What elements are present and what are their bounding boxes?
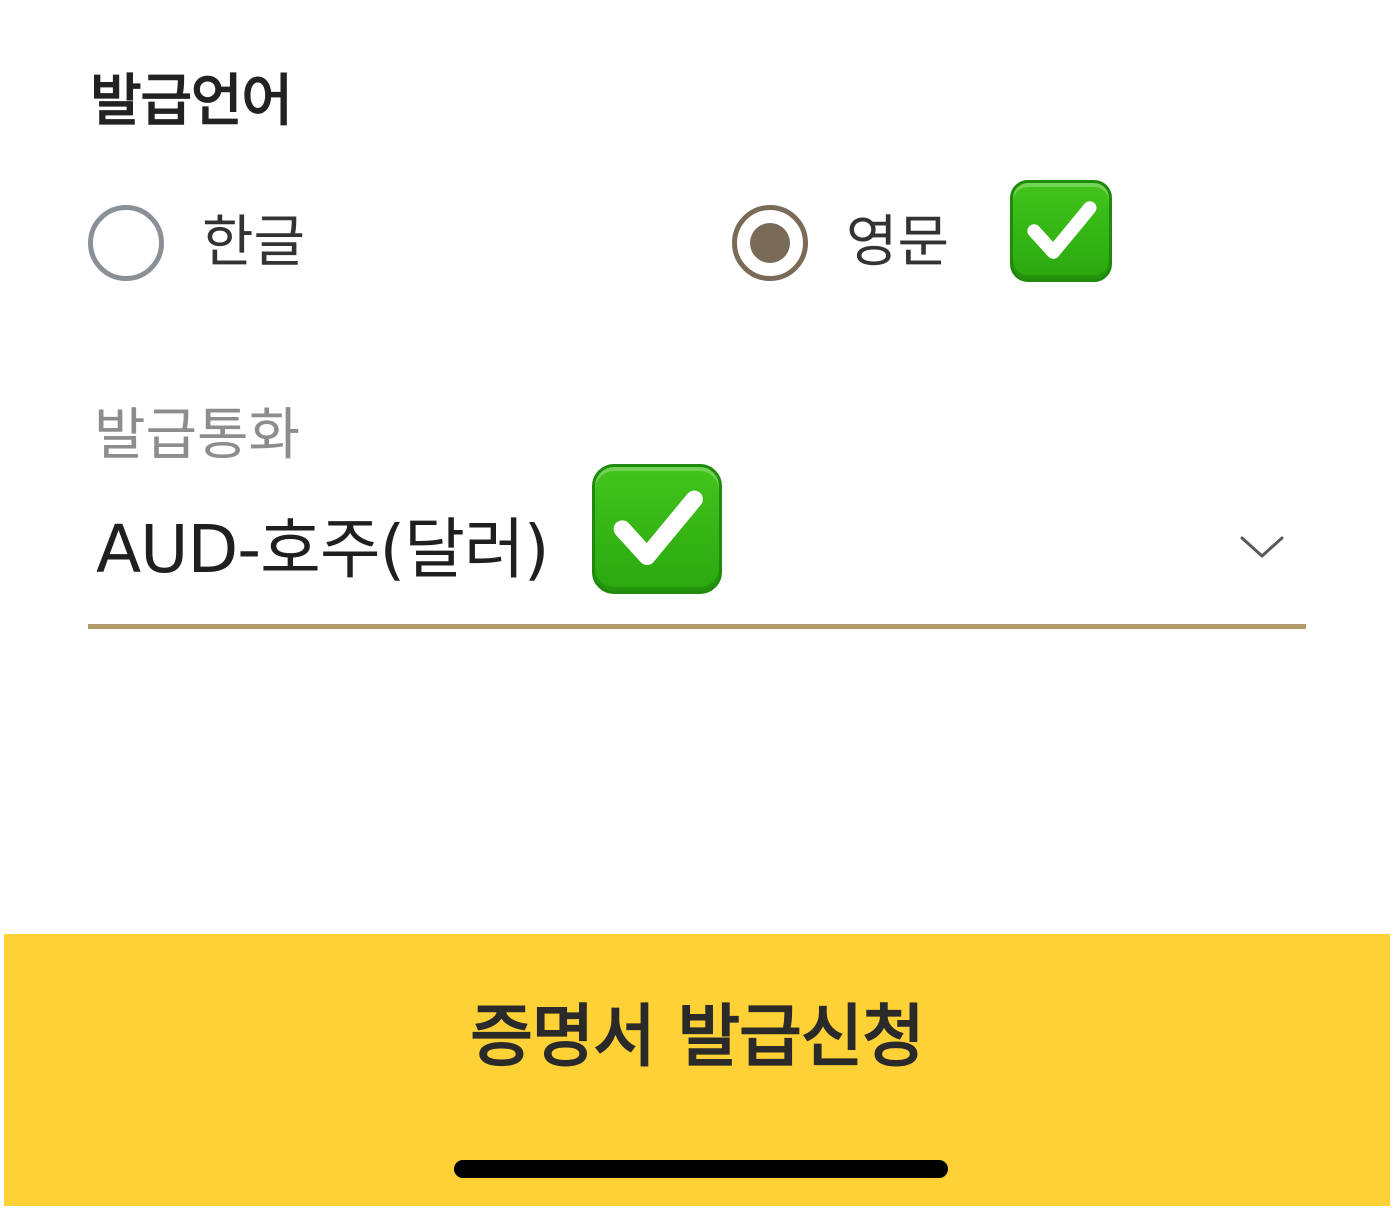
radio-option-english[interactable]: 영문: [732, 196, 949, 290]
check-mark-glyph: [613, 490, 703, 565]
issue-language-title: 발급언어: [90, 69, 293, 134]
radio-option-korean[interactable]: 한글: [88, 196, 305, 290]
home-indicator: [454, 1160, 948, 1178]
currency-underline: [88, 624, 1306, 629]
radio-label-korean: 한글: [202, 210, 306, 275]
check-mark-glyph: [1027, 201, 1097, 259]
issue-currency-label: 발급통화: [94, 403, 301, 468]
chevron-down-icon[interactable]: [1238, 530, 1286, 564]
radio-unselected-icon[interactable]: [88, 205, 164, 281]
check-mark-icon: [592, 464, 722, 594]
issue-certificate-button[interactable]: 증명서 발급신청: [4, 934, 1390, 1206]
radio-selected-icon[interactable]: [732, 205, 808, 281]
radio-label-english: 영문: [846, 210, 950, 275]
issue-certificate-button-label: 증명서 발급신청: [470, 998, 925, 1077]
check-mark-icon: [1010, 180, 1112, 282]
currency-selected-value: AUD-호주(달러): [96, 511, 549, 588]
